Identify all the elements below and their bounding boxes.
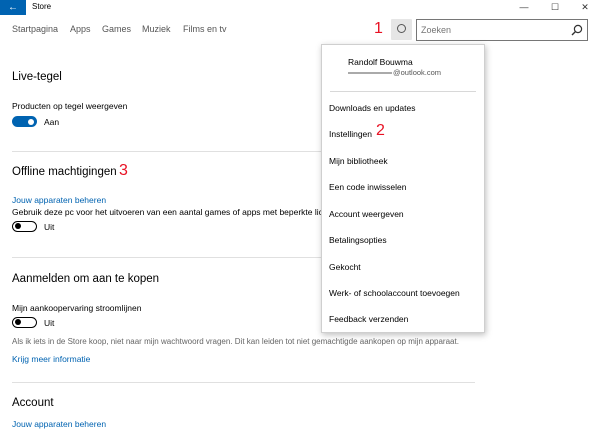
search-input[interactable] bbox=[421, 23, 561, 37]
nav-item-films-en-tv[interactable]: Films en tv bbox=[183, 24, 227, 34]
sign-in-setting-label: Mijn aankoopervaring stroomlijnen bbox=[12, 303, 142, 313]
menu-item-downloads-updates[interactable]: Downloads en updates bbox=[329, 98, 479, 118]
user-icon bbox=[397, 24, 406, 33]
section-title-sign-in: Aanmelden om aan te kopen bbox=[12, 273, 160, 285]
search-box[interactable] bbox=[416, 19, 588, 41]
section-title-offline: Offline machtigingen bbox=[12, 166, 117, 178]
toggle-knob bbox=[28, 118, 34, 125]
toggle-knob bbox=[15, 223, 21, 230]
live-tile-setting-label: Producten op tegel weergeven bbox=[12, 101, 128, 111]
app-title: Store bbox=[32, 2, 52, 11]
menu-item-purchased[interactable]: Gekocht bbox=[329, 257, 479, 277]
menu-item-view-account[interactable]: Account weergeven bbox=[329, 204, 479, 224]
nav-item-startpagina[interactable]: Startpagina bbox=[12, 24, 58, 34]
offline-toggle-state: Uit bbox=[44, 222, 55, 232]
account-dropdown-menu: Randolf Bouwma @outlook.com Downloads en… bbox=[321, 44, 485, 333]
callout-number-2: 2 bbox=[376, 122, 385, 139]
learn-more-link[interactable]: Krijg meer informatie bbox=[12, 354, 90, 364]
title-bar: ← Store — ☐ ✕ bbox=[0, 0, 600, 15]
redacted-email-mark bbox=[348, 72, 392, 75]
callout-number-3: 3 bbox=[119, 162, 128, 179]
menu-separator bbox=[330, 91, 476, 92]
nav-item-games[interactable]: Games bbox=[102, 24, 131, 34]
account-manage-devices-link[interactable]: Jouw apparaten beheren bbox=[12, 419, 106, 429]
section-title-live-tile: Live-tegel bbox=[12, 71, 62, 83]
minimize-button[interactable]: — bbox=[509, 0, 539, 15]
sign-in-toggle[interactable] bbox=[12, 317, 37, 328]
menu-item-add-work-account[interactable]: Werk- of schoolaccount toevoegen bbox=[329, 283, 479, 303]
menu-item-settings[interactable]: Instellingen bbox=[329, 124, 479, 144]
section-divider bbox=[12, 382, 475, 383]
close-button[interactable]: ✕ bbox=[570, 0, 600, 15]
sign-in-description: Als ik iets in de Store koop, niet naar … bbox=[12, 337, 459, 346]
live-tile-toggle[interactable] bbox=[12, 116, 37, 127]
account-button[interactable] bbox=[391, 19, 412, 40]
back-button[interactable]: ← bbox=[0, 0, 26, 15]
back-arrow-icon: ← bbox=[8, 2, 18, 13]
search-icon[interactable] bbox=[571, 24, 583, 36]
maximize-button[interactable]: ☐ bbox=[540, 0, 570, 15]
menu-item-send-feedback[interactable]: Feedback verzenden bbox=[329, 309, 479, 329]
offline-toggle[interactable] bbox=[12, 221, 37, 232]
manage-devices-link[interactable]: Jouw apparaten beheren bbox=[12, 195, 106, 205]
callout-number-1: 1 bbox=[374, 20, 383, 37]
live-tile-toggle-state: Aan bbox=[44, 117, 60, 127]
toggle-knob bbox=[15, 319, 21, 326]
user-name: Randolf Bouwma bbox=[348, 57, 413, 67]
sign-in-toggle-state: Uit bbox=[44, 318, 55, 328]
menu-item-library[interactable]: Mijn bibliotheek bbox=[329, 151, 479, 171]
menu-item-payment-options[interactable]: Betalingsopties bbox=[329, 230, 479, 250]
email-domain: @outlook.com bbox=[393, 68, 442, 77]
section-title-account: Account bbox=[12, 397, 54, 409]
nav-item-muziek[interactable]: Muziek bbox=[142, 24, 171, 34]
offline-setting-label: Gebruik deze pc voor het uitvoeren van e… bbox=[12, 207, 331, 217]
nav-item-apps[interactable]: Apps bbox=[70, 24, 91, 34]
user-email: @outlook.com bbox=[348, 68, 441, 77]
menu-item-redeem-code[interactable]: Een code inwisselen bbox=[329, 177, 479, 197]
